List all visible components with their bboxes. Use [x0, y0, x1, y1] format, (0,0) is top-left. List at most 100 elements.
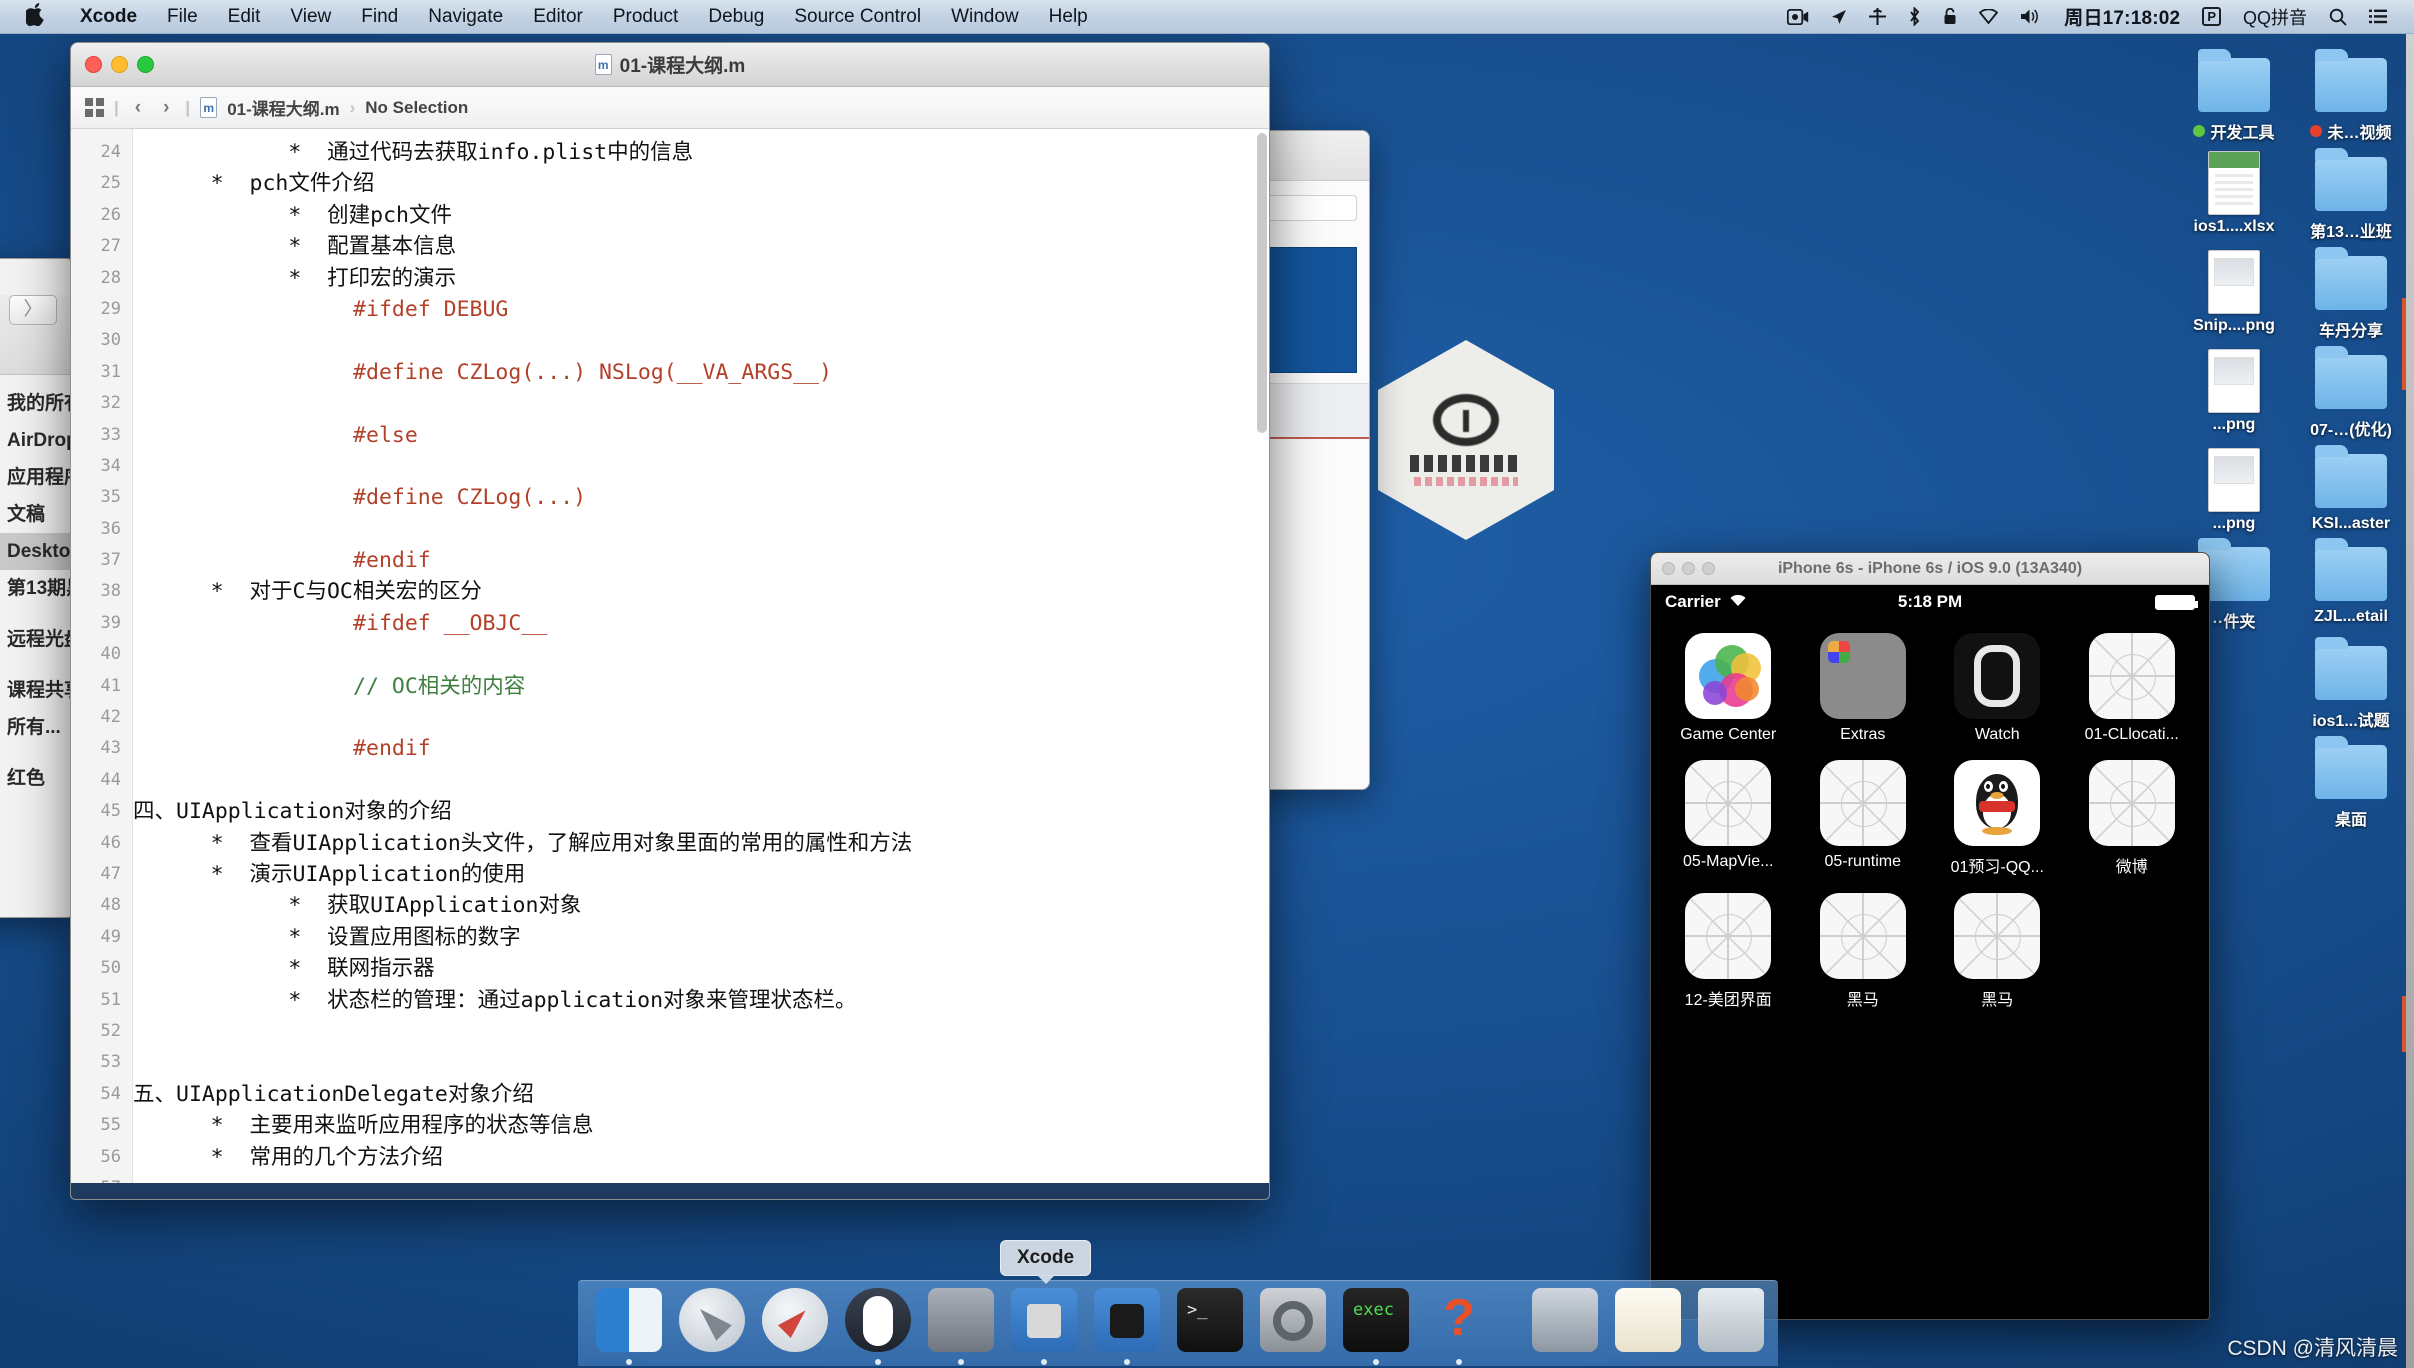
- placeholder-app-icon[interactable]: [1685, 760, 1772, 846]
- code-line[interactable]: * 通过代码去获取info.plist中的信息: [133, 137, 1269, 168]
- finder-sidebar-item[interactable]: 第13期黑: [0, 570, 73, 607]
- editor-scrollbar[interactable]: [1257, 133, 1267, 1177]
- finder-sidebar-item[interactable]: 我的所有: [0, 385, 73, 422]
- code-line[interactable]: * 常用的几个方法介绍: [133, 1142, 1269, 1173]
- code-line[interactable]: 四、UIApplication对象的介绍: [133, 796, 1269, 827]
- desktop-icon[interactable]: 第13…业班: [2295, 147, 2407, 242]
- finder-sidebar-item-desktop[interactable]: Desktop: [0, 533, 73, 570]
- code-line[interactable]: #define CZLog(...) NSLog(__VA_ARGS__): [133, 357, 1269, 388]
- menu-item-editor[interactable]: Editor: [518, 6, 598, 28]
- watch-app-icon[interactable]: [1954, 633, 2041, 719]
- code-line[interactable]: * pch文件介绍: [133, 168, 1269, 199]
- code-line[interactable]: * 创建pch文件: [133, 200, 1269, 231]
- volume-icon[interactable]: [2009, 8, 2053, 25]
- placeholder-app-icon[interactable]: [1819, 893, 1906, 979]
- menu-item-navigate[interactable]: Navigate: [413, 6, 518, 28]
- finder-sidebar-item[interactable]: 所有...: [0, 709, 73, 746]
- navigate-back-button[interactable]: ‹: [129, 97, 147, 119]
- xcode-breadcrumb-bar[interactable]: | ‹ › | m 01-课程大纲.m › No Selection: [71, 87, 1269, 129]
- desktop-icon[interactable]: Snip....png: [2178, 246, 2290, 341]
- dock-item-dash[interactable]: ?: [1422, 1284, 1496, 1365]
- code-line[interactable]: #endif: [133, 545, 1269, 576]
- dock-item-screen-sharing[interactable]: [1528, 1284, 1602, 1358]
- dock-item-system-preferences[interactable]: [1256, 1284, 1330, 1358]
- desktop-icon[interactable]: 桌面: [2295, 735, 2407, 830]
- home-screen-app[interactable]: 微博: [2065, 760, 2200, 877]
- code-line[interactable]: [133, 702, 1269, 733]
- xcode-window[interactable]: m 01-课程大纲.m | ‹ › | m 01-课程大纲.m › No Sel…: [70, 42, 1270, 1200]
- dock-item-terminal[interactable]: >_: [1173, 1284, 1247, 1358]
- desktop-icon[interactable]: 未…视频: [2295, 48, 2407, 143]
- finder-sidebar-item[interactable]: 远程光盘: [0, 621, 73, 658]
- code-line[interactable]: // OC相关的内容: [133, 671, 1269, 702]
- related-items-icon[interactable]: [85, 98, 104, 117]
- apple-menu-icon[interactable]: [0, 3, 65, 30]
- code-line[interactable]: * 设置应用图标的数字: [133, 922, 1269, 953]
- home-screen-app[interactable]: Watch: [1930, 633, 2065, 744]
- menu-item-view[interactable]: View: [275, 6, 346, 28]
- finder-sidebar-item[interactable]: 红色: [0, 760, 73, 797]
- code-line[interactable]: * 打印宏的演示: [133, 263, 1269, 294]
- placeholder-app-icon[interactable]: [1685, 893, 1772, 979]
- qq-app-icon[interactable]: [1954, 760, 2041, 846]
- breadcrumb-file[interactable]: 01-课程大纲.m: [227, 95, 339, 120]
- menu-item-source-control[interactable]: Source Control: [779, 6, 936, 28]
- dock-item-launchpad[interactable]: [675, 1284, 749, 1358]
- code-line[interactable]: #ifdef __OBJC__: [133, 608, 1269, 639]
- screen-recording-icon[interactable]: [1776, 8, 1820, 25]
- xcode-titlebar[interactable]: m 01-课程大纲.m: [71, 43, 1269, 87]
- desktop-icon[interactable]: KSI...aster: [2295, 444, 2407, 533]
- desktop-icon[interactable]: ios1....xlsx: [2178, 147, 2290, 242]
- code-line[interactable]: #else: [133, 420, 1269, 451]
- dock-item-quicktime-player[interactable]: [924, 1284, 998, 1365]
- home-screen-app[interactable]: Game Center: [1661, 633, 1796, 744]
- finder-back-button[interactable]: 〉: [9, 295, 57, 325]
- code-line[interactable]: 五、UIApplicationDelegate对象介绍: [133, 1079, 1269, 1110]
- menu-item-help[interactable]: Help: [1034, 6, 1103, 28]
- input-method-indicator[interactable]: QQ拼音: [2232, 4, 2318, 30]
- gamecenter-app-icon[interactable]: [1685, 633, 1772, 719]
- dock-item-trash[interactable]: [1694, 1284, 1768, 1358]
- menu-bar-items[interactable]: Xcode File Edit View Find Navigate Editor Produ…: [65, 6, 1103, 28]
- code-line[interactable]: * 查看UIApplication头文件，了解应用对象里面的常用的属性和方法: [133, 828, 1269, 859]
- home-screen-app[interactable]: 黑马: [1796, 893, 1931, 1010]
- airplay-icon[interactable]: [1858, 8, 1897, 25]
- dock-item-finder[interactable]: [592, 1284, 666, 1365]
- desktop-icon[interactable]: ZJL...etail: [2295, 537, 2407, 632]
- code-line[interactable]: * 状态栏的管理：通过application对象来管理状态栏。: [133, 985, 1269, 1016]
- menu-item-find[interactable]: Find: [346, 6, 413, 28]
- code-line[interactable]: #define CZLog(...): [133, 482, 1269, 513]
- code-line[interactable]: * 配置基本信息: [133, 231, 1269, 262]
- desktop-icon[interactable]: ...png: [2178, 345, 2290, 440]
- home-screen-app[interactable]: Extras: [1796, 633, 1931, 744]
- placeholder-app-icon[interactable]: [2088, 633, 2175, 719]
- location-services-icon[interactable]: [1820, 9, 1858, 25]
- code-line[interactable]: [133, 765, 1269, 796]
- code-line[interactable]: * 对于C与OC相关宏的区分: [133, 576, 1269, 607]
- finder-sidebar-item[interactable]: 课程共享: [0, 672, 73, 709]
- simulator-titlebar[interactable]: iPhone 6s - iPhone 6s / iOS 9.0 (13A340): [1651, 553, 2209, 585]
- menu-item-file[interactable]: File: [152, 6, 213, 28]
- code-line[interactable]: [133, 514, 1269, 545]
- dock-item-safari[interactable]: [758, 1284, 832, 1358]
- home-screen-app[interactable]: 05-MapVie...: [1661, 760, 1796, 877]
- placeholder-app-icon[interactable]: [1819, 760, 1906, 846]
- dock-item-exec-app[interactable]: exec: [1339, 1284, 1413, 1365]
- home-screen-app[interactable]: 01-CLlocati...: [2065, 633, 2200, 744]
- desktop-icon[interactable]: ...png: [2178, 444, 2290, 533]
- finder-sidebar-item[interactable]: 文稿: [0, 496, 73, 533]
- menu-bar-status-items[interactable]: 周日17:18:02 P QQ拼音: [1776, 3, 2414, 30]
- code-line[interactable]: #ifdef DEBUG: [133, 294, 1269, 325]
- code-line[interactable]: * 联网指示器: [133, 953, 1269, 984]
- finder-sidebar-item[interactable]: AirDrop: [0, 422, 73, 459]
- dock-item-mouse[interactable]: [841, 1284, 915, 1365]
- wifi-icon[interactable]: [1968, 9, 2009, 24]
- bluetooth-icon[interactable]: [1897, 7, 1932, 26]
- menu-bar[interactable]: Xcode File Edit View Find Navigate Editor Produ…: [0, 0, 2414, 34]
- code-line[interactable]: * 获取UIApplication对象: [133, 890, 1269, 921]
- dock-item-notes[interactable]: [1611, 1284, 1685, 1358]
- code-line[interactable]: * 主要用来监听应用程序的状态等信息: [133, 1110, 1269, 1141]
- code-line[interactable]: #endif: [133, 733, 1269, 764]
- code-line[interactable]: [133, 388, 1269, 419]
- dock-item-xcode[interactable]: [1007, 1284, 1081, 1365]
